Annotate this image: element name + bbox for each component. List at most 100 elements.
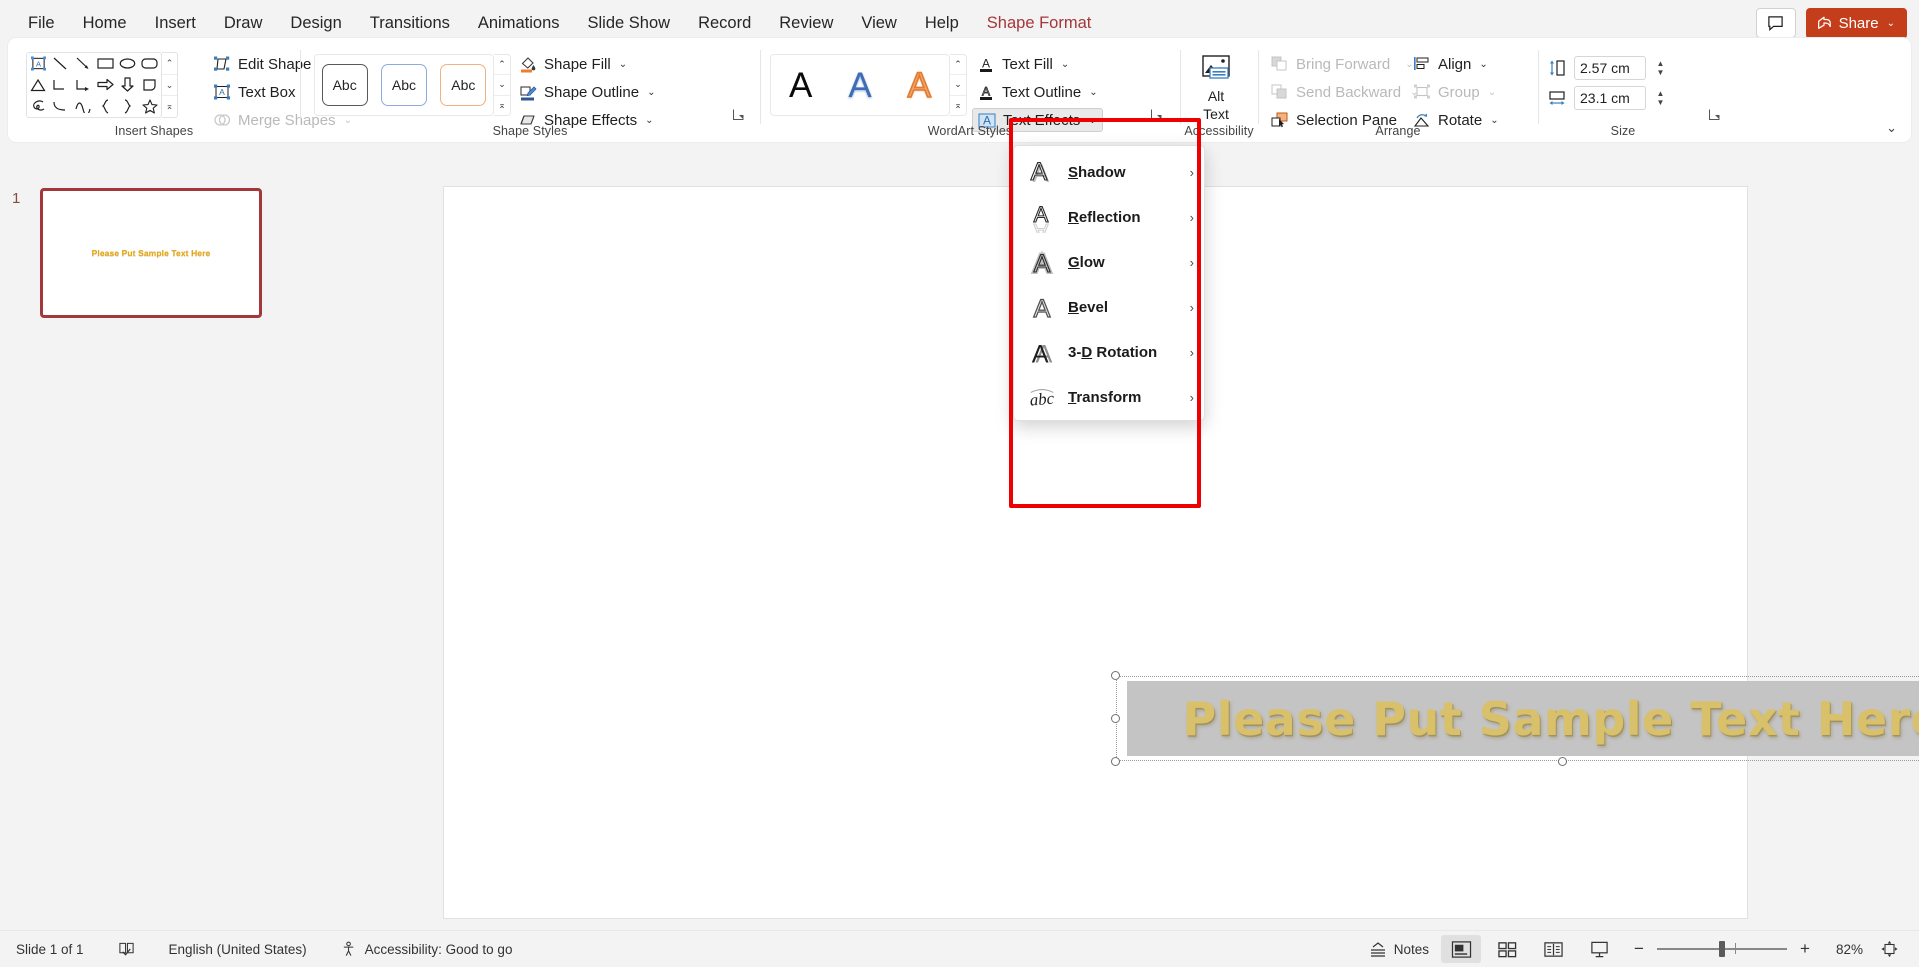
notes-button[interactable]: Notes <box>1363 937 1435 961</box>
slide-count-status[interactable]: Slide 1 of 1 <box>10 938 90 961</box>
chevron-right-icon-reflection: › <box>1190 210 1194 225</box>
accessibility-icon <box>341 941 358 957</box>
share-chevron-icon[interactable]: ⌄ <box>1887 18 1895 29</box>
shape-right-arrow[interactable] <box>94 74 116 95</box>
shape-height-input[interactable]: 2.57 cm <box>1574 56 1646 80</box>
shape-styles-scroll-more[interactable]: ⌅ <box>494 96 510 115</box>
shape-outline-icon <box>519 84 537 101</box>
shape-styles-scroll-down[interactable]: ⌄ <box>494 75 510 95</box>
alt-text-button[interactable]: Alt Text <box>1188 50 1244 124</box>
shape-curve-arc[interactable] <box>49 96 71 117</box>
text-fill-chevron-icon[interactable]: ⌄ <box>1061 59 1069 70</box>
wordart-scroll-down[interactable]: ⌄ <box>950 75 966 95</box>
notes-icon <box>1369 941 1387 957</box>
reading-view-button[interactable] <box>1533 935 1573 963</box>
shape-line[interactable] <box>49 53 71 74</box>
shape-elbow-arrow[interactable] <box>72 74 94 95</box>
wordart-dialog-launcher[interactable] <box>1150 108 1164 122</box>
shape-right-brace[interactable] <box>116 96 138 117</box>
shape-style-tile-1[interactable]: Abc <box>322 64 368 106</box>
shape-width-input[interactable]: 23.1 cm <box>1574 86 1646 110</box>
shape-rounded-rect[interactable] <box>139 53 161 74</box>
align-button[interactable]: Align ⌄ <box>1408 52 1504 76</box>
shape-styles-dialog-launcher[interactable] <box>732 108 746 122</box>
resize-handle-top-left[interactable] <box>1111 671 1120 680</box>
svg-text:A: A <box>1034 219 1049 233</box>
wordart-scroll-more[interactable]: ⌅ <box>950 96 966 115</box>
wordart-tile-black[interactable]: A <box>789 68 812 103</box>
text-outline-chevron-icon[interactable]: ⌄ <box>1089 87 1097 98</box>
shape-fill-chevron-icon[interactable]: ⌄ <box>619 59 627 70</box>
slide-show-button[interactable] <box>1579 935 1619 963</box>
shape-left-brace[interactable] <box>94 96 116 117</box>
zoom-in-button[interactable]: + <box>1797 939 1813 959</box>
align-chevron-icon[interactable]: ⌄ <box>1479 59 1487 70</box>
shape-elbow-connector[interactable] <box>49 74 71 95</box>
send-backward-button: Send Backward ⌄ <box>1266 80 1423 104</box>
wordart-tile-orange[interactable]: A <box>908 68 931 103</box>
shapes-scroll-more[interactable]: ⌅ <box>162 96 177 117</box>
shape-style-tile-2[interactable]: Abc <box>381 64 427 106</box>
shapes-gallery-scroll[interactable]: ⌃ ⌄ ⌅ <box>162 52 178 118</box>
slide-thumbnail-1[interactable]: Please Put Sample Text Here <box>40 188 262 318</box>
shape-height-spinner[interactable]: ▲▼ <box>1654 56 1667 80</box>
shape-flowchart[interactable] <box>139 74 161 95</box>
menu-item-glow[interactable]: AA Glow › <box>1014 240 1204 285</box>
slide-sorter-button[interactable] <box>1487 935 1527 963</box>
wordart-selection-box[interactable]: Please Put Sample Text Here <box>1116 676 1919 761</box>
zoom-thumb[interactable] <box>1719 941 1725 957</box>
shape-down-arrow[interactable] <box>116 74 138 95</box>
shape-triangle[interactable] <box>27 74 49 95</box>
shape-oval[interactable] <box>116 53 138 74</box>
shape-styles-scroll-up[interactable]: ⌃ <box>494 55 510 75</box>
zoom-out-button[interactable]: − <box>1631 939 1647 959</box>
resize-handle-bottom-center[interactable] <box>1558 757 1567 766</box>
zoom-level-label[interactable]: 82% <box>1825 942 1863 957</box>
menu-label-3d-rotation: 3-D Rotation <box>1068 344 1178 361</box>
zoom-slider[interactable]: − + <box>1625 939 1819 959</box>
wordart-styles-scroll[interactable]: ⌃ ⌄ ⌅ <box>950 54 967 116</box>
wordart-text[interactable]: Please Put Sample Text Here <box>1117 692 1919 746</box>
text-outline-button[interactable]: A Text Outline ⌄ <box>972 80 1103 104</box>
shape-width-spinner[interactable]: ▲▼ <box>1654 86 1667 110</box>
shape-scribble[interactable] <box>27 96 49 117</box>
shape-outline-chevron-icon[interactable]: ⌄ <box>647 87 655 98</box>
shapes-scroll-down[interactable]: ⌄ <box>162 75 177 97</box>
fit-to-window-button[interactable] <box>1869 935 1909 963</box>
shape-arrow[interactable] <box>72 53 94 74</box>
resize-handle-middle-left[interactable] <box>1111 714 1120 723</box>
wordart-styles-gallery[interactable]: A A A <box>770 54 950 116</box>
resize-handle-bottom-left[interactable] <box>1111 757 1120 766</box>
wordart-scroll-up[interactable]: ⌃ <box>950 55 966 75</box>
menu-item-3d-rotation[interactable]: AA 3-D Rotation › <box>1014 330 1204 375</box>
zoom-tick-100 <box>1735 943 1736 954</box>
comments-button[interactable] <box>1756 8 1796 38</box>
shape-style-tile-3[interactable]: Abc <box>440 64 486 106</box>
accessibility-status[interactable]: Accessibility: Good to go <box>335 937 519 961</box>
spellcheck-status[interactable] <box>112 937 141 961</box>
shape-textbox[interactable]: A <box>27 53 49 74</box>
wordart-tile-blue[interactable]: A <box>848 68 871 103</box>
size-dialog-launcher[interactable] <box>1708 108 1722 122</box>
shapes-gallery[interactable]: A <box>26 52 162 118</box>
shape-freeform-curve[interactable] <box>72 96 94 117</box>
zoom-track[interactable] <box>1657 948 1787 950</box>
text-fill-button[interactable]: A Text Fill ⌄ <box>972 52 1103 76</box>
menu-item-transform[interactable]: abc Transform › <box>1014 375 1204 420</box>
normal-view-button[interactable] <box>1441 935 1481 963</box>
menu-item-bevel[interactable]: AA Bevel › <box>1014 285 1204 330</box>
shape-fill-button[interactable]: Shape Fill ⌄ <box>514 52 660 76</box>
shape-styles-gallery[interactable]: Abc Abc Abc <box>314 54 494 116</box>
reading-view-icon <box>1543 940 1564 959</box>
shape-star[interactable] <box>139 96 161 117</box>
shape-rectangle[interactable] <box>94 53 116 74</box>
shape-outline-button[interactable]: Shape Outline ⌄ <box>514 80 660 104</box>
menu-item-reflection[interactable]: AA Reflection › <box>1014 195 1204 240</box>
menu-item-shadow[interactable]: AA Shadow › <box>1014 150 1204 195</box>
shapes-scroll-up[interactable]: ⌃ <box>162 53 177 75</box>
edit-shape-icon <box>213 56 231 72</box>
language-status[interactable]: English (United States) <box>163 938 313 961</box>
collapse-ribbon-button[interactable]: ⌄ <box>1886 120 1897 136</box>
shape-styles-scroll[interactable]: ⌃ ⌄ ⌅ <box>494 54 511 116</box>
share-button[interactable]: Share ⌄ <box>1806 8 1907 39</box>
